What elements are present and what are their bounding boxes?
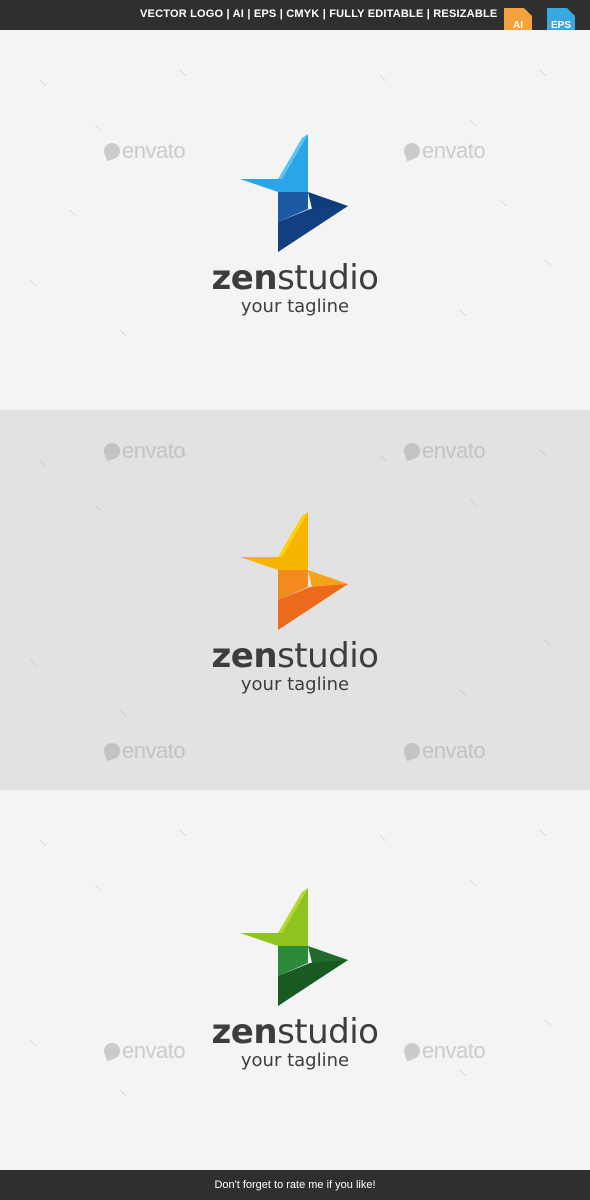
logo-panel-green: envato envato zenstudio your tagline bbox=[0, 790, 590, 1170]
envato-leaf-icon bbox=[101, 140, 123, 162]
footer-text: Don't forget to rate me if you like! bbox=[214, 1179, 376, 1191]
zen-logo-mark-icon bbox=[240, 134, 348, 252]
envato-watermark: envato bbox=[401, 738, 486, 764]
envato-leaf-icon bbox=[101, 440, 123, 462]
envato-watermark: envato bbox=[101, 738, 186, 764]
tagline: your tagline bbox=[240, 296, 350, 317]
envato-watermark: envato bbox=[101, 438, 186, 464]
tagline: your tagline bbox=[240, 1050, 350, 1071]
envato-leaf-icon bbox=[401, 740, 423, 762]
envato-leaf-icon bbox=[401, 140, 423, 162]
brand-name: zenstudio bbox=[211, 258, 380, 298]
envato-watermark: envato bbox=[401, 438, 486, 464]
eps-file-label: EPS bbox=[550, 19, 571, 31]
logo-panel-orange: envato envato envato envato zenstudio yo… bbox=[0, 410, 590, 790]
logo-panel-blue: envato envato zenstudio your tagline bbox=[0, 30, 590, 410]
zen-logo-mark-icon bbox=[240, 888, 348, 1006]
tagline: your tagline bbox=[240, 674, 350, 695]
ai-file-label: AI bbox=[513, 19, 523, 31]
envato-watermark: envato bbox=[401, 138, 486, 164]
envato-leaf-icon bbox=[401, 440, 423, 462]
top-bar: VECTOR LOGO | AI | EPS | CMYK | FULLY ED… bbox=[0, 0, 590, 30]
envato-watermark: envato bbox=[101, 138, 186, 164]
zen-logo-mark-icon bbox=[240, 512, 348, 630]
brand-name: zenstudio bbox=[211, 636, 380, 676]
brand-name: zenstudio bbox=[211, 1012, 380, 1052]
envato-leaf-icon bbox=[101, 740, 123, 762]
feature-list: VECTOR LOGO | AI | EPS | CMYK | FULLY ED… bbox=[140, 8, 498, 20]
footer-bar: Don't forget to rate me if you like! bbox=[0, 1170, 590, 1200]
